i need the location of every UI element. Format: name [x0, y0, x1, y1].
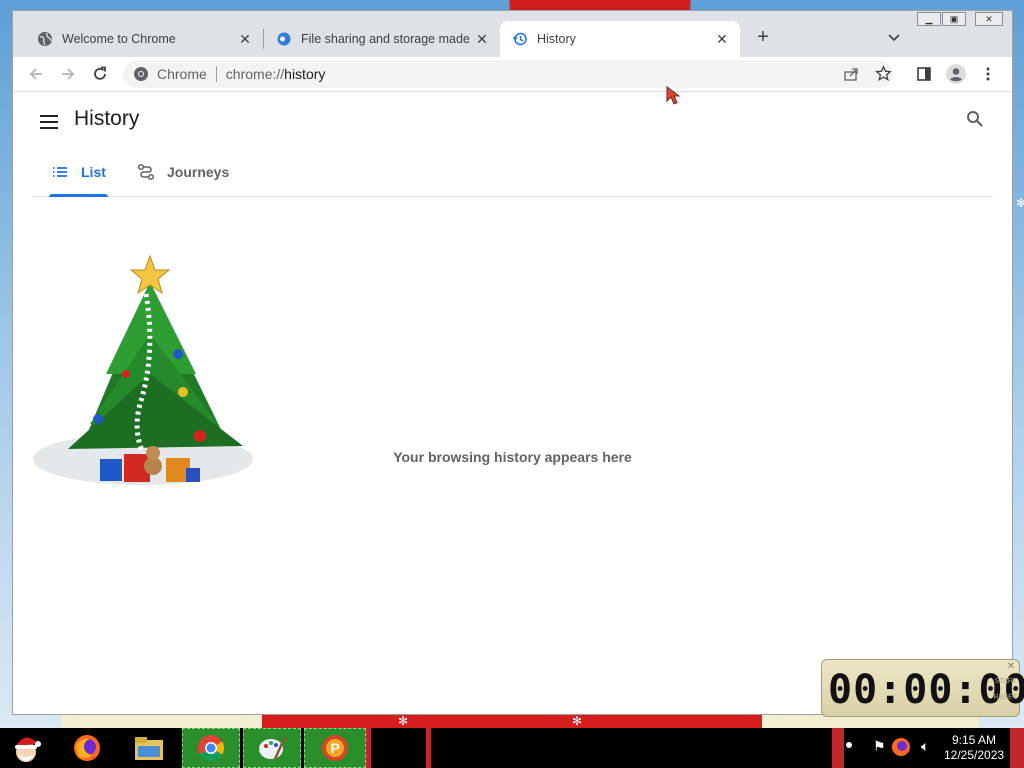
tab-label: Journeys — [167, 164, 230, 180]
close-tab-icon[interactable]: ✕ — [714, 31, 730, 47]
omnibox-divider — [215, 66, 217, 82]
volume-icon[interactable]: 🔈︎ — [921, 738, 929, 755]
maximize-button[interactable]: ▣ — [942, 12, 966, 26]
share-icon[interactable] — [843, 66, 859, 85]
powerpoint-icon: P — [322, 735, 348, 761]
back-arrow-icon — [29, 68, 42, 80]
timer-start-button[interactable]: START — [995, 678, 1017, 685]
clock-date: 12/25/2023 — [944, 748, 1005, 762]
globe-icon — [37, 31, 53, 47]
kebab-menu-icon — [986, 67, 990, 81]
history-tabs: List Journeys — [33, 148, 993, 197]
forward-arrow-icon — [62, 68, 75, 80]
file-sharing-favicon — [276, 31, 292, 47]
url-path: history — [284, 66, 326, 82]
clock-time: 9:15 AM — [951, 733, 997, 747]
tab-strip: Welcome to Chrome ✕ File sharing and sto… — [13, 11, 1012, 57]
santa-start-icon — [15, 737, 41, 762]
close-window-button[interactable]: ✕ — [975, 12, 1003, 26]
christmas-tree-decoration — [33, 254, 253, 485]
tab-title: History — [537, 32, 576, 46]
tab-title: Welcome to Chrome — [62, 32, 176, 46]
minimize-button[interactable]: ▁ — [917, 12, 941, 26]
menu-button[interactable] — [976, 62, 1000, 86]
file-explorer-icon — [135, 737, 163, 760]
tab-history[interactable]: History ✕ — [500, 21, 740, 57]
side-panel-icon — [917, 67, 931, 81]
snowflake-icon: ✻ — [398, 714, 409, 728]
side-panel-button[interactable] — [912, 62, 936, 86]
tab-search-button[interactable] — [886, 29, 902, 45]
timer-reset-button[interactable]: RESET — [994, 694, 1017, 701]
history-icon — [512, 31, 528, 47]
flag-icon[interactable]: ⚑ — [873, 738, 886, 755]
stopwatch-widget[interactable]: ✕ 00:00:00 START RESET — [821, 659, 1024, 717]
taskbar-separator — [426, 728, 431, 768]
hamburger-menu-button[interactable] — [37, 110, 61, 134]
list-icon — [53, 167, 67, 177]
hamburger-icon — [40, 115, 58, 129]
chrome-logo-icon — [134, 67, 148, 81]
chevron-down-icon — [888, 34, 900, 42]
tab-file-sharing[interactable]: File sharing and storage made simple ✕ — [264, 21, 500, 57]
page-title: History — [74, 107, 140, 130]
forward-button[interactable] — [56, 62, 80, 86]
site-label: Chrome — [157, 66, 207, 82]
svg-text:P: P — [330, 740, 339, 756]
taskbar-separator — [366, 728, 371, 768]
journeys-icon — [137, 163, 155, 181]
taskbar-firefox[interactable] — [65, 728, 109, 768]
reload-button[interactable] — [88, 62, 112, 86]
tab-welcome[interactable]: Welcome to Chrome ✕ — [25, 21, 263, 57]
taskbar-paint[interactable] — [243, 728, 301, 768]
site-chip[interactable]: Chrome — [123, 66, 207, 82]
url-scheme: chrome:// — [225, 66, 285, 82]
snowflake-icon: ✻ — [572, 714, 583, 728]
taskbar-powerpoint[interactable]: P — [304, 728, 366, 768]
new-tab-button[interactable]: + — [753, 27, 773, 48]
taskbar: P ⚑ 🔈︎ 9:15 AM 12/25/2023 — [0, 728, 1024, 768]
show-desktop-button[interactable] — [1010, 728, 1024, 768]
taskbar-chrome[interactable] — [182, 728, 240, 768]
start-button[interactable] — [4, 728, 48, 768]
back-button[interactable] — [24, 62, 48, 86]
snowflake-icon: ✻ — [1016, 196, 1024, 210]
search-history-button[interactable] — [965, 109, 989, 133]
avatar-icon — [946, 64, 966, 84]
chrome-icon — [197, 734, 225, 762]
show-hidden-icons-button[interactable] — [832, 728, 844, 768]
close-tab-icon[interactable]: ✕ — [237, 31, 253, 47]
firefox-icon — [74, 735, 100, 761]
tab-title: File sharing and storage made simple — [301, 32, 474, 46]
tab-journeys[interactable]: Journeys — [137, 148, 229, 196]
tab-list[interactable]: List — [49, 148, 108, 197]
taskbar-file-explorer[interactable] — [127, 728, 171, 768]
reload-icon — [94, 66, 106, 80]
mouse-cursor-icon — [666, 86, 681, 105]
close-tab-icon[interactable]: ✕ — [474, 31, 490, 47]
timer-display: 00:00:00 — [828, 667, 1024, 713]
tray-dot-icon — [846, 742, 852, 748]
firefox-tray-icon[interactable] — [890, 736, 912, 763]
address-bar[interactable]: Chrome chrome://history — [123, 60, 893, 88]
tab-label: List — [81, 164, 106, 180]
profile-button[interactable] — [944, 62, 968, 86]
url-text[interactable]: chrome://history — [226, 66, 326, 82]
search-icon — [967, 111, 983, 127]
bookmark-star-icon[interactable] — [875, 65, 892, 85]
paint-icon — [259, 736, 287, 760]
browser-toolbar: Chrome chrome://history — [13, 57, 1012, 92]
taskbar-clock[interactable]: 9:15 AM 12/25/2023 — [944, 733, 1004, 763]
